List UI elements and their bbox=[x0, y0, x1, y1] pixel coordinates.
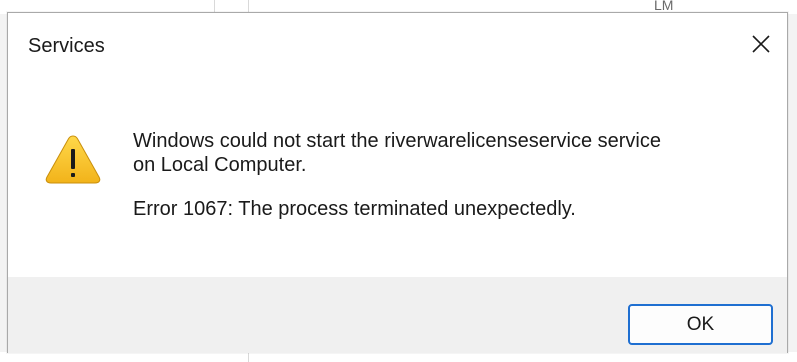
dialog-content: Windows could not start the riverwarelic… bbox=[8, 81, 787, 277]
close-button[interactable] bbox=[735, 13, 787, 75]
dialog-title: Services bbox=[28, 35, 105, 57]
error-dialog: Services Windows could not start the riv… bbox=[7, 12, 788, 353]
dialog-footer: OK bbox=[8, 277, 787, 353]
dialog-message: Windows could not start the riverwarelic… bbox=[133, 129, 763, 221]
error-text: Error 1067: The process terminated unexp… bbox=[133, 198, 576, 220]
dialog-titlebar[interactable]: Services bbox=[8, 13, 787, 81]
close-icon bbox=[752, 35, 770, 53]
background-column-divider bbox=[248, 352, 249, 362]
ok-button[interactable]: OK bbox=[628, 304, 773, 345]
warning-icon bbox=[45, 135, 101, 184]
message-line: Windows could not start the riverwarelic… bbox=[133, 130, 661, 152]
message-line: on Local Computer. bbox=[133, 154, 307, 176]
background-bottom-strip bbox=[0, 352, 797, 362]
